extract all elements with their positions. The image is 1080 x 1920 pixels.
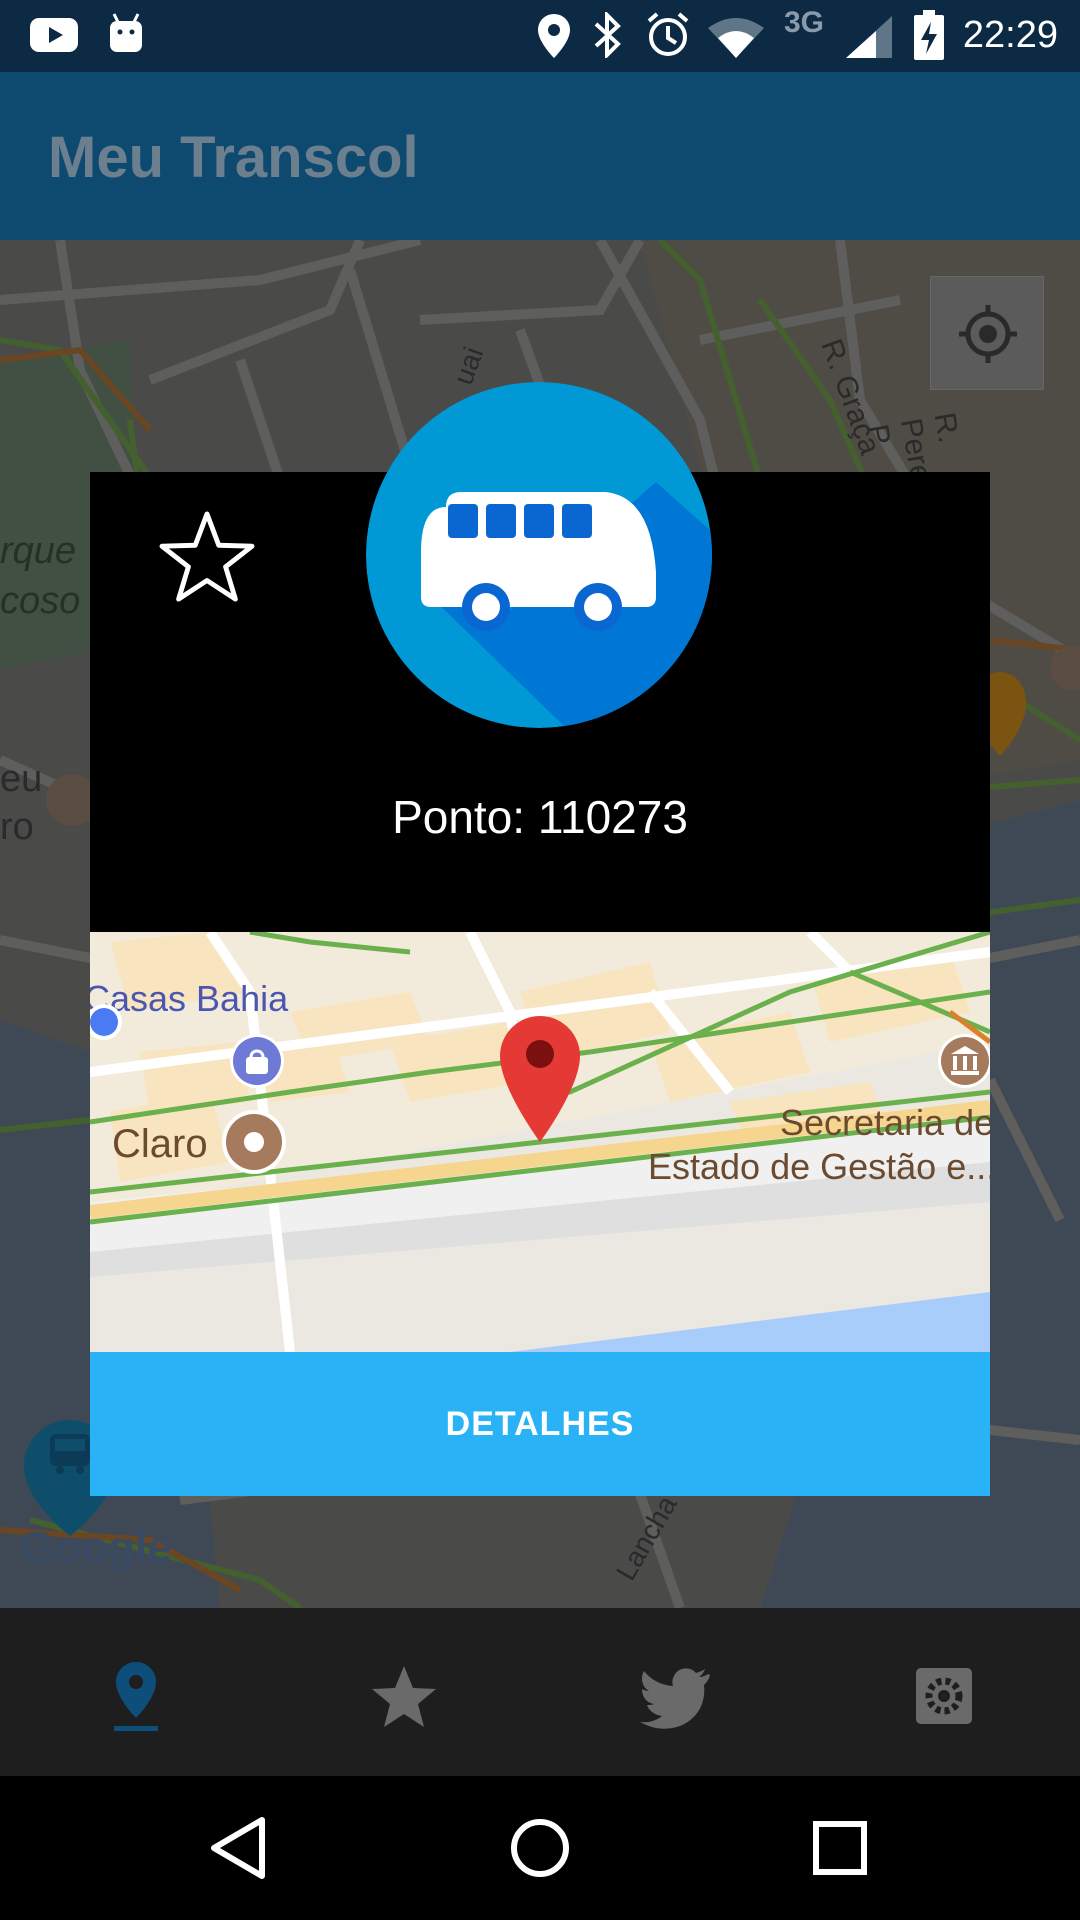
crosshair-icon bbox=[959, 305, 1017, 363]
my-location-button[interactable] bbox=[930, 276, 1044, 390]
app-bar: Meu Transcol bbox=[0, 72, 1080, 240]
star-icon[interactable] bbox=[364, 1656, 444, 1736]
twitter-icon[interactable] bbox=[634, 1656, 714, 1736]
place-label-rque: rque bbox=[0, 530, 77, 572]
place-label-secretaria-2: Estado de Gestão e... bbox=[648, 1146, 990, 1187]
android-icon bbox=[110, 13, 142, 52]
stop-number-label: Ponto: 110273 bbox=[392, 791, 688, 843]
youtube-icon bbox=[30, 18, 78, 52]
place-label-secretaria-1: Secretaria de bbox=[780, 1102, 990, 1143]
google-attribution: Google bbox=[20, 1523, 172, 1572]
place-pin-claro-icon[interactable] bbox=[220, 1108, 288, 1176]
user-location-dot-icon bbox=[90, 1004, 122, 1040]
status-time: 22:29 bbox=[962, 14, 1058, 56]
museum-icon[interactable] bbox=[936, 1032, 990, 1090]
recents-icon[interactable] bbox=[798, 1806, 882, 1890]
back-icon[interactable] bbox=[198, 1806, 282, 1890]
shopping-bag-icon[interactable] bbox=[228, 1032, 286, 1090]
battery-charging-icon bbox=[914, 10, 944, 60]
bus-stop-badge bbox=[366, 382, 712, 728]
home-icon[interactable] bbox=[498, 1806, 582, 1890]
place-label-ro: ro bbox=[0, 806, 34, 848]
bluetooth-icon bbox=[594, 12, 621, 58]
alarm-icon bbox=[647, 12, 689, 56]
bottom-navigation bbox=[0, 1608, 1080, 1776]
bus-icon bbox=[366, 382, 712, 728]
place-label-coso: coso bbox=[0, 580, 81, 622]
status-bar: 3G 22:29 bbox=[0, 0, 1080, 72]
map-pin-icon[interactable] bbox=[96, 1656, 176, 1736]
location-icon bbox=[538, 14, 570, 58]
wifi-icon bbox=[708, 18, 764, 58]
system-navigation-bar bbox=[0, 1776, 1080, 1920]
network-type-label: 3G bbox=[784, 6, 825, 39]
map-marker-icon[interactable] bbox=[500, 1016, 580, 1142]
favorite-star-icon[interactable] bbox=[158, 510, 256, 604]
stop-minimap[interactable]: Casas Bahia Claro Secretaria de Estado d… bbox=[90, 932, 990, 1352]
settings-icon[interactable] bbox=[904, 1656, 984, 1736]
details-button[interactable]: DETALHES bbox=[90, 1352, 990, 1496]
signal-icon bbox=[846, 16, 892, 58]
app-title: Meu Transcol bbox=[48, 125, 419, 190]
place-label-eu: eu bbox=[0, 758, 43, 800]
place-label-claro: Claro bbox=[112, 1122, 208, 1166]
